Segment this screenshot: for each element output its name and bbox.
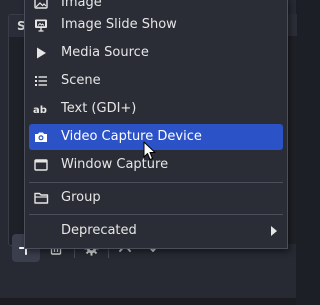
menu-item-deprecated[interactable]: Deprecated bbox=[29, 218, 283, 244]
slideshow-icon bbox=[33, 17, 49, 33]
menu-item-label: Text (GDI+) bbox=[61, 101, 137, 116]
menu-item-text-gdi[interactable]: ab Text (GDI+) bbox=[29, 96, 283, 122]
svg-text:ab: ab bbox=[33, 105, 47, 116]
menu-item-media-source[interactable]: Media Source bbox=[29, 40, 283, 66]
menu-item-label: Deprecated bbox=[61, 223, 137, 238]
text-ab-icon: ab bbox=[33, 101, 49, 117]
folder-icon bbox=[33, 190, 49, 206]
menu-item-scene[interactable]: Scene bbox=[29, 68, 283, 94]
menu-item-label: Image Slide Show bbox=[61, 17, 177, 32]
menu-item-label: Group bbox=[61, 190, 101, 205]
image-icon bbox=[33, 0, 49, 11]
menu-item-label: Scene bbox=[61, 73, 101, 88]
mouse-pointer-icon bbox=[143, 141, 157, 165]
menu-item-label: Media Source bbox=[61, 45, 149, 60]
menu-separator bbox=[29, 182, 283, 183]
list-icon bbox=[33, 73, 49, 89]
menu-item-label: Video Capture Device bbox=[61, 129, 202, 144]
menu-item-group[interactable]: Group bbox=[29, 185, 283, 211]
add-source-menu: Image Image Slide Show Media Source Scen… bbox=[24, 0, 288, 249]
bottom-strip bbox=[0, 298, 296, 305]
menu-separator bbox=[29, 214, 283, 215]
window-icon bbox=[33, 157, 49, 173]
play-icon bbox=[33, 45, 49, 61]
submenu-arrow-icon bbox=[271, 226, 277, 236]
camera-icon bbox=[33, 129, 49, 145]
menu-item-image-slide-show[interactable]: Image Slide Show bbox=[29, 12, 283, 38]
